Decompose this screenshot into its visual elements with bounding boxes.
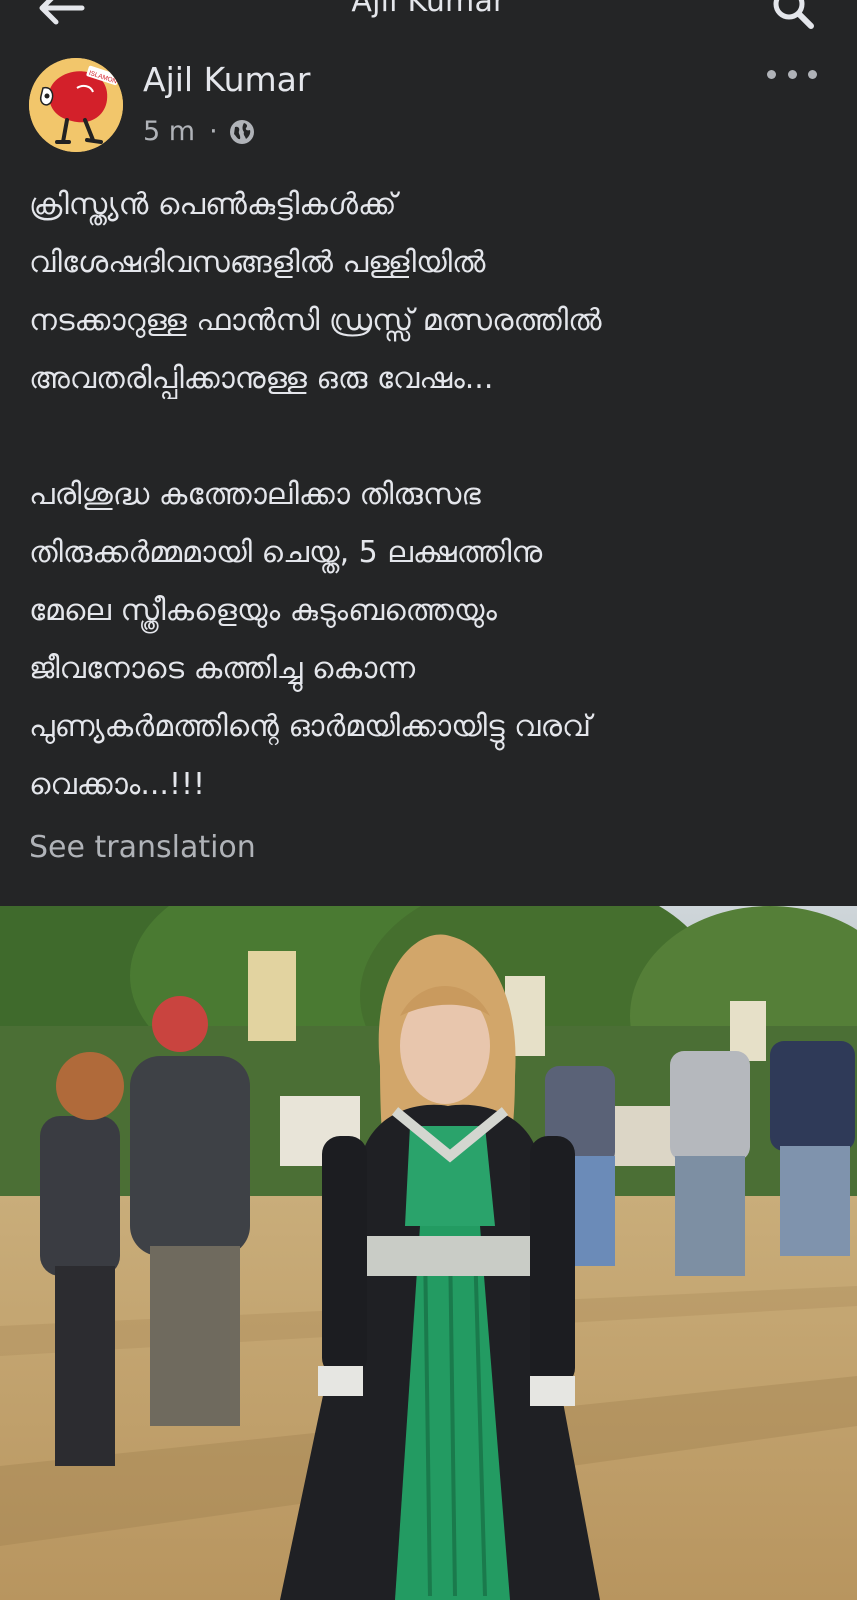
- avatar[interactable]: ISLAMON: [29, 58, 123, 152]
- post-time[interactable]: 5 m: [143, 116, 195, 147]
- search-icon: [773, 0, 814, 29]
- post-meta: 5 m ·: [143, 116, 256, 147]
- author-name[interactable]: Ajil Kumar: [143, 60, 310, 99]
- top-app-bar: Ajil Kumar: [0, 0, 857, 40]
- post-photo[interactable]: [0, 906, 857, 1600]
- more-options-button[interactable]: [767, 64, 817, 84]
- photo-image: [0, 906, 857, 1600]
- post-body-text: ക്രിസ്ത്യൻ പെൺകുട്ടികൾക്ക് വിശേഷദിവസങ്ങള…: [29, 187, 602, 802]
- avatar-logo-image: ISLAMON: [29, 58, 123, 152]
- post-header: ISLAMON Ajil Kumar 5 m ·: [0, 50, 857, 160]
- more-horizontal-icon: [808, 69, 817, 79]
- more-horizontal-icon: [767, 69, 776, 79]
- post-page: Ajil Kumar ISLAMON Ajil Kumar 5 m · ക്രി…: [0, 0, 857, 1600]
- see-translation-link[interactable]: See translation: [29, 830, 256, 865]
- search-button[interactable]: [769, 0, 819, 32]
- page-title: Ajil Kumar: [351, 0, 506, 19]
- more-horizontal-icon: [787, 69, 797, 79]
- globe-icon: [229, 119, 254, 144]
- meta-separator: ·: [209, 116, 218, 147]
